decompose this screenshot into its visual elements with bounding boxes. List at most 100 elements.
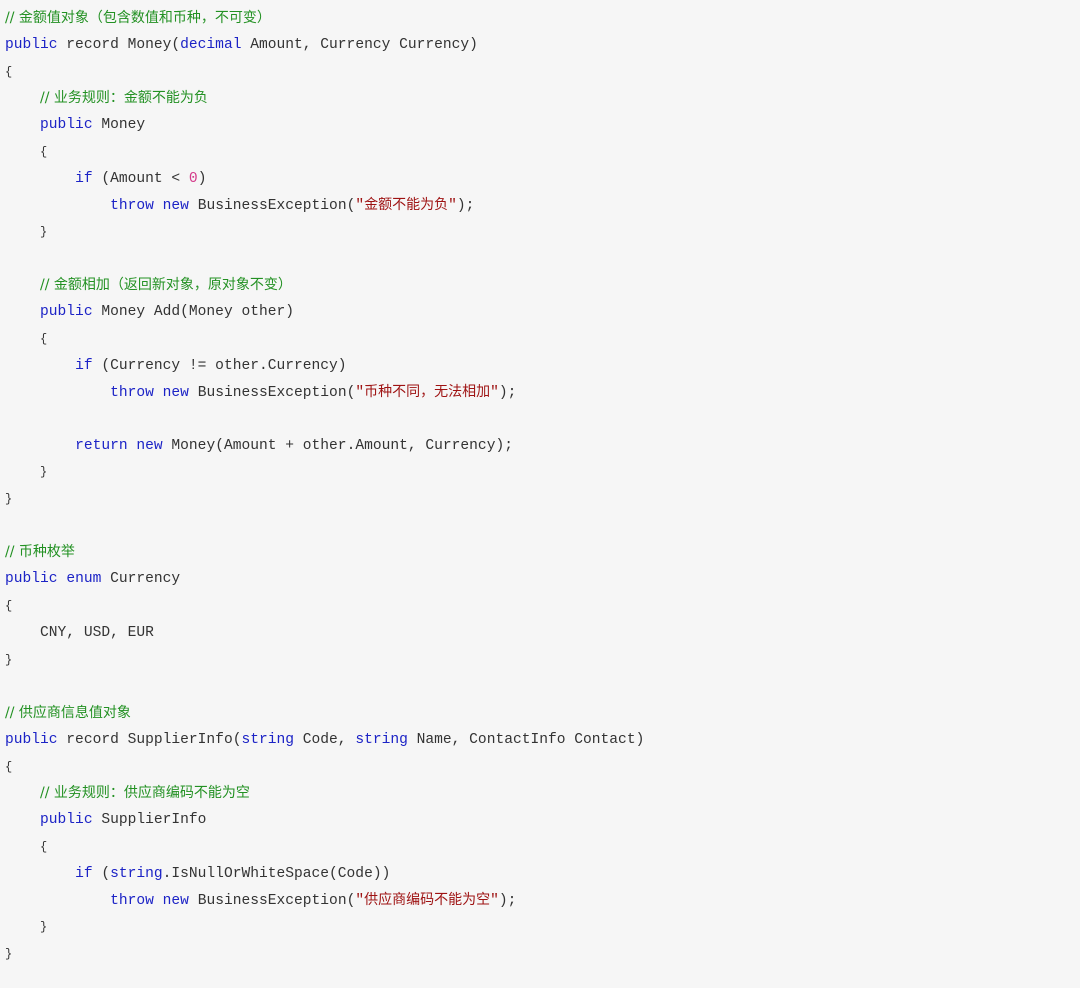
code-line: } (5, 915, 47, 939)
code-token: public (40, 117, 93, 133)
code-token: new (162, 893, 189, 909)
code-line: if (Amount < 0) (5, 167, 206, 191)
code-line: throw new BusinessException("金额不能为负"); (5, 193, 474, 217)
code-token: return (75, 438, 128, 454)
code-token: throw (110, 385, 154, 401)
code-line: if (Currency != other.Currency) (5, 354, 347, 378)
code-line: } (5, 460, 47, 484)
code-line: { (5, 327, 47, 351)
code-line: throw new BusinessException("供应商编码不能为空")… (5, 888, 516, 912)
code-token: } (40, 920, 48, 934)
code-token: BusinessException( (188, 198, 356, 214)
code-token: BusinessException( (188, 893, 356, 909)
code-line: { (5, 594, 12, 618)
code-line: return new Money(Amount + other.Amount, … (5, 434, 513, 458)
code-line: if (string.IsNullOrWhiteSpace(Code)) (5, 862, 390, 886)
code-line: public Money (5, 113, 145, 137)
code-token: } (5, 947, 13, 961)
code-token: " (355, 198, 365, 214)
code-token: // 业务规则：金额不能为负 (40, 90, 208, 106)
code-token: " (448, 198, 457, 214)
code-token: BusinessException( (188, 385, 356, 401)
code-line: } (5, 648, 12, 672)
code-line: public SupplierInfo (5, 808, 206, 832)
code-line: // 币种枚举 (5, 540, 75, 564)
code-token: } (5, 653, 13, 667)
code-token: { (40, 332, 48, 346)
code-block: // 金额值对象（包含数值和币种，不可变） public record Money… (0, 0, 1080, 988)
code-line: { (5, 835, 47, 859)
code-line: } (5, 220, 47, 244)
code-line: // 供应商信息值对象 (5, 701, 131, 725)
code-line: public enum Currency (5, 567, 180, 591)
code-line: { (5, 755, 12, 779)
code-token: } (40, 225, 48, 239)
code-token: Code, (294, 732, 356, 748)
code-token: string (241, 732, 295, 748)
code-token: 币种不同，无法相加 (364, 384, 491, 400)
code-token: " (355, 893, 365, 909)
code-line: // 业务规则：金额不能为负 (5, 86, 208, 110)
code-token: ); (498, 893, 517, 909)
code-token: .IsNullOrWhiteSpace(Code)) (162, 866, 391, 882)
code-token: if (75, 358, 93, 374)
code-token: Money Add(Money other) (92, 304, 295, 320)
code-token: } (40, 465, 48, 479)
code-token: ( (92, 866, 111, 882)
code-token: string (110, 866, 163, 882)
code-token: Name, ContactInfo Contact) (407, 732, 645, 748)
code-token: new (136, 438, 163, 454)
code-token: public (5, 732, 58, 748)
code-token: Money(Amount + other.Amount, Currency); (162, 438, 513, 454)
code-line: public record SupplierInfo(string Code, … (5, 728, 644, 752)
code-line: // 金额值对象（包含数值和币种，不可变） (5, 6, 271, 30)
code-token: " (355, 385, 365, 401)
code-token: if (75, 171, 93, 187)
code-token: new (162, 385, 189, 401)
code-token: // 供应商信息值对象 (5, 705, 131, 721)
code-line: // 业务规则：供应商编码不能为空 (5, 781, 250, 805)
code-token: // 金额值对象（包含数值和币种，不可变） (5, 10, 271, 26)
code-line: throw new BusinessException("币种不同，无法相加")… (5, 380, 516, 404)
code-line: { (5, 60, 12, 84)
code-token: (Currency != other.Currency) (92, 358, 347, 374)
code-line: } (5, 487, 12, 511)
code-token: " (490, 893, 499, 909)
code-token: ) (197, 171, 207, 187)
code-token: public (40, 812, 93, 828)
code-token: // 业务规则：供应商编码不能为空 (40, 785, 250, 801)
code-token: record SupplierInfo( (57, 732, 242, 748)
code-token: " (490, 385, 499, 401)
code-token: { (5, 760, 13, 774)
code-token: 供应商编码不能为空 (364, 892, 491, 908)
code-line: CNY, USD, EUR (5, 621, 154, 645)
code-token: 金额不能为负 (364, 197, 449, 213)
code-token: public (5, 37, 58, 53)
code-token: new (162, 198, 189, 214)
code-token: (Amount < (92, 171, 189, 187)
code-token: public (40, 304, 93, 320)
code-token: throw (110, 198, 154, 214)
code-line: // 金额相加（返回新对象，原对象不变） (5, 273, 292, 297)
code-token: throw (110, 893, 154, 909)
code-token: decimal (180, 37, 242, 53)
code-token: record Money( (57, 37, 181, 53)
code-token: public (5, 571, 58, 587)
code-token: ); (456, 198, 475, 214)
